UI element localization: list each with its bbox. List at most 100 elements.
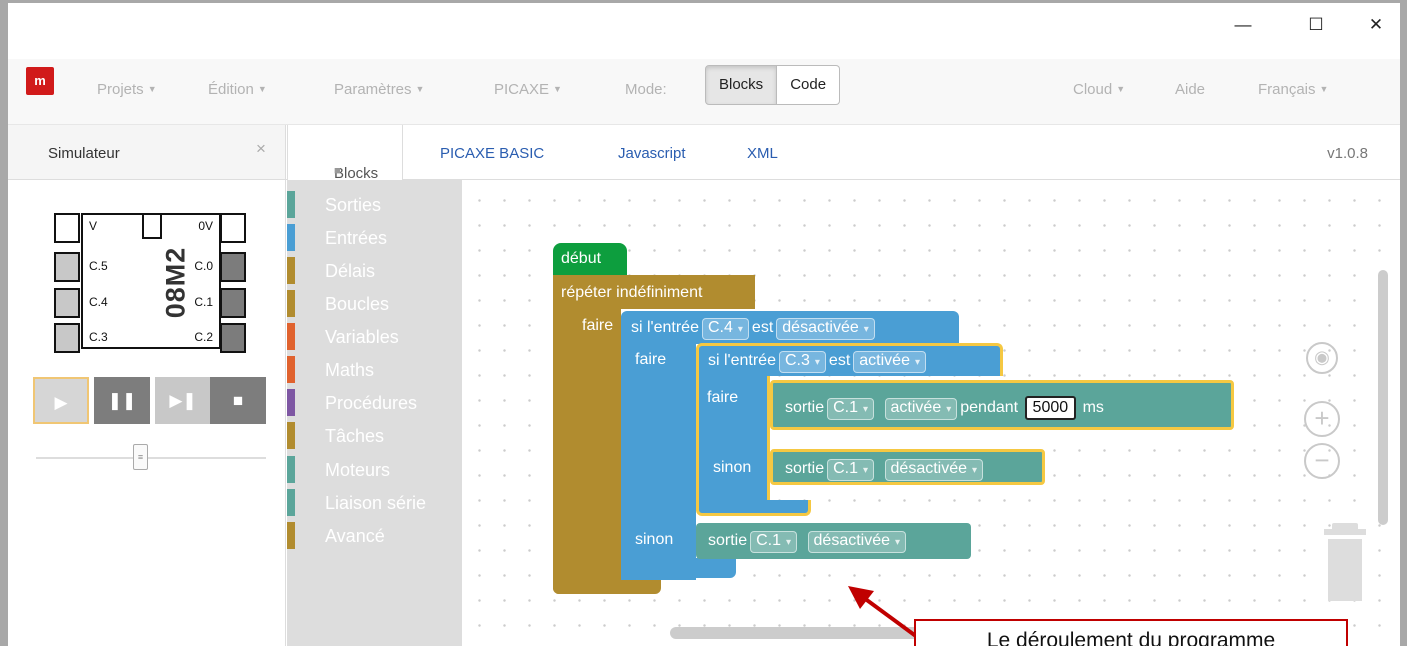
chip-notch <box>142 213 162 239</box>
pin-label-c1: C.1 <box>194 295 213 309</box>
pin-v <box>54 213 80 243</box>
duration-input[interactable]: 5000 <box>1024 396 1077 420</box>
caret-down-icon: ▼ <box>257 84 267 94</box>
pin-c2 <box>220 323 246 353</box>
menu-parametres[interactable]: Paramètres ▼ <box>334 81 424 98</box>
menu-edition[interactable]: Édition ▼ <box>208 81 267 98</box>
category-color <box>287 323 295 350</box>
center-target-icon[interactable]: ◉ <box>1306 342 1338 374</box>
pin-c0 <box>220 252 246 282</box>
menu-projets[interactable]: Projets ▼ <box>97 81 157 98</box>
category-procedures[interactable]: Procédures <box>287 386 462 419</box>
category-color <box>287 191 295 218</box>
caret-down-icon: ▼ <box>553 84 562 94</box>
picaxe-logo[interactable]: m <box>26 67 54 95</box>
pin-c4[interactable] <box>54 288 80 318</box>
state-off-dropdown[interactable]: désactivée <box>776 318 875 340</box>
tab-blocks[interactable]: Blocks ■ <box>287 125 403 182</box>
tab-xml[interactable]: XML <box>747 145 778 162</box>
speed-slider-handle[interactable]: ≡ <box>133 444 148 470</box>
play-button[interactable]: ▶ <box>33 377 89 424</box>
forever-block[interactable]: répéter indéfiniment <box>553 275 755 309</box>
mode-code-button[interactable]: Code <box>777 65 841 105</box>
output-c1-on-block[interactable]: sortieC.1 activéependant 5000 ms <box>770 380 1234 430</box>
category-color <box>287 257 295 284</box>
category-delais[interactable]: Délais <box>287 254 462 287</box>
chip-diagram: V C.5 C.4 C.3 0V C.0 C.1 C.2 08M2 <box>54 213 248 365</box>
menu-cloud[interactable]: Cloud ▼ <box>1073 81 1125 98</box>
caret-down-icon: ▼ <box>147 84 157 94</box>
block-toolbox: Sorties Entrées Délais Boucles Variables… <box>287 180 462 646</box>
category-color <box>287 389 295 416</box>
if-c3-do-label: faire <box>707 389 739 406</box>
close-simulator-icon[interactable]: × <box>256 139 266 159</box>
state-on-dropdown[interactable]: activée <box>884 398 958 420</box>
pin-c3[interactable] <box>54 323 80 353</box>
mode-label: Mode: <box>625 81 667 98</box>
menu-picaxe[interactable]: PICAXE ▼ <box>494 81 562 98</box>
category-moteurs[interactable]: Moteurs <box>287 453 462 486</box>
menu-aide[interactable]: Aide <box>1175 81 1205 98</box>
category-color <box>287 522 295 549</box>
category-liaison-serie[interactable]: Liaison série <box>287 486 462 519</box>
start-block[interactable]: début <box>553 243 627 275</box>
pin-c4-dropdown[interactable]: C.4 <box>701 318 749 340</box>
forever-body[interactable]: faire <box>553 309 621 594</box>
step-button[interactable]: ▶❚ <box>155 377 211 424</box>
pin-label-c2: C.2 <box>194 330 213 344</box>
category-maths[interactable]: Maths <box>287 353 462 386</box>
tab-picaxe-basic[interactable]: PICAXE BASIC <box>440 145 544 162</box>
output-c1-off-content: sortieC.1 désactivée <box>785 459 986 481</box>
if-c4-body: faire sinon <box>621 344 696 580</box>
pin-c1-dropdown[interactable]: C.1 <box>827 398 875 420</box>
category-sorties[interactable]: Sorties <box>287 188 462 221</box>
trash-icon[interactable] <box>1324 523 1366 601</box>
pin-c1-dropdown[interactable]: C.1 <box>750 531 798 553</box>
category-variables[interactable]: Variables <box>287 320 462 353</box>
close-button[interactable]: ✕ <box>1356 15 1396 35</box>
mode-blocks-button[interactable]: Blocks <box>705 65 778 105</box>
zoom-out-icon[interactable]: − <box>1304 443 1340 479</box>
category-label: Tâches <box>325 426 385 446</box>
category-color <box>287 224 295 251</box>
if-c3-body: faire sinon <box>696 376 770 503</box>
if-c4-do-label: faire <box>635 351 667 368</box>
pin-c3-dropdown[interactable]: C.3 <box>778 351 826 373</box>
chip-body: V C.5 C.4 C.3 0V C.0 C.1 C.2 08M2 <box>81 213 221 349</box>
pin-0v <box>220 213 246 243</box>
pin-c5[interactable] <box>54 252 80 282</box>
category-entrees[interactable]: Entrées <box>287 221 462 254</box>
stop-button[interactable]: ■ <box>210 377 266 424</box>
vertical-scrollbar[interactable] <box>1378 270 1388 525</box>
state-on-dropdown[interactable]: activée <box>853 351 926 373</box>
tab-bar: Simulateur × Blocks ■ PICAXE BASIC Javas… <box>8 125 1400 182</box>
output-c1-off-block[interactable]: sortieC.1 désactivée <box>770 449 1045 485</box>
category-label: Boucles <box>325 294 390 314</box>
minimize-button[interactable]: — <box>1223 15 1263 35</box>
pause-button[interactable]: ❚❚ <box>94 377 150 424</box>
if-c4-else-label: sinon <box>635 531 674 548</box>
zoom-in-icon[interactable]: + <box>1304 401 1340 437</box>
category-label: Moteurs <box>325 460 391 480</box>
navbar: m Projets ▼ Édition ▼ Paramètres ▼ PICAXE ▼ … <box>8 59 1400 125</box>
version-label: v1.0.8 <box>1327 145 1368 162</box>
output-c1-on-content: sortieC.1 activéependant 5000 ms <box>785 396 1104 420</box>
state-off-dropdown[interactable]: désactivée <box>807 531 907 553</box>
maximize-button[interactable]: ☐ <box>1296 15 1336 35</box>
if-c4-block[interactable]: si l'entréeC.4estdésactivée <box>621 311 959 344</box>
state-off-dropdown[interactable]: désactivée <box>884 459 984 481</box>
menu-langue[interactable]: Français ▼ <box>1258 81 1328 98</box>
category-taches[interactable]: Tâches <box>287 419 462 452</box>
app-window: — ☐ ✕ m Projets ▼ Édition ▼ Paramètres ▼ PI… <box>8 3 1400 646</box>
speed-slider[interactable]: ≡ <box>36 444 266 470</box>
if-c3-footer <box>696 500 811 516</box>
pin-label-c5: C.5 <box>89 259 108 273</box>
output-c1-off-block-2[interactable]: sortieC.1 désactivée <box>696 523 971 559</box>
category-boucles[interactable]: Boucles <box>287 287 462 320</box>
tab-javascript[interactable]: Javascript <box>618 145 686 162</box>
category-avance[interactable]: Avancé <box>287 519 462 552</box>
if-c3-else-label: sinon <box>713 459 752 476</box>
pin-c1-dropdown[interactable]: C.1 <box>827 459 875 481</box>
category-label: Avancé <box>325 526 385 546</box>
if-c3-block[interactable]: si l'entréeC.3estactivée <box>696 343 1003 376</box>
